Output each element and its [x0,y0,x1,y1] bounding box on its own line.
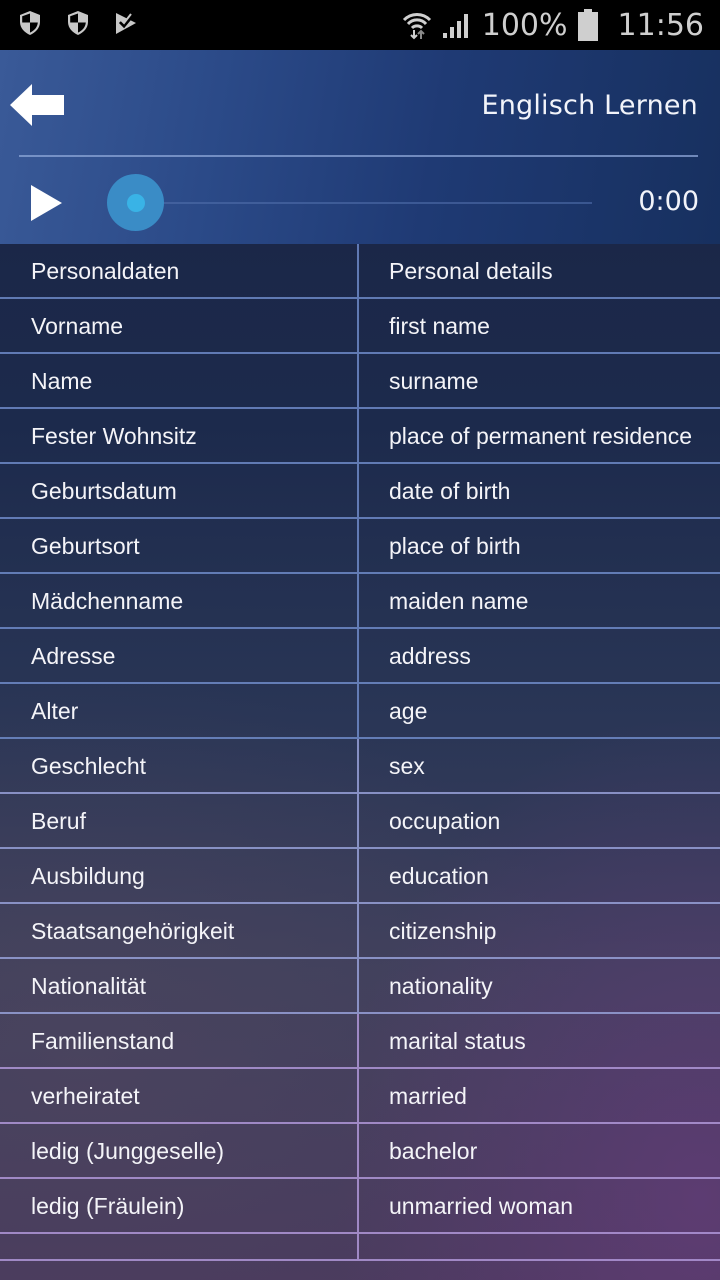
vocab-row[interactable]: ledig (Fräulein) unmarried woman [0,1179,720,1234]
vocab-row[interactable]: Ausbildung education [0,849,720,904]
german-term: Beruf [0,794,359,847]
english-term: marital status [389,1028,526,1054]
english-term: place of birth [389,533,521,559]
german-term: Mädchenname [0,574,359,627]
vocab-row[interactable]: Fester Wohnsitz place of permanent reside… [0,409,720,464]
vocabulary-table: Personaldaten Personal details Vorname firs… [0,244,720,1261]
header-divider [19,155,698,157]
header: Englisch Lernen 0:00 [0,50,720,244]
german-term: Ausbildung [0,849,359,902]
vocab-row[interactable] [0,1234,720,1261]
wifi-icon [402,10,432,40]
german-term: Geschlecht [0,739,359,792]
vocab-row[interactable]: Beruf occupation [0,794,720,849]
english-term: date of birth [389,478,511,504]
seek-bar-thumb[interactable] [107,174,164,231]
vocab-row[interactable]: Geburtsort place of birth [0,519,720,574]
vocab-row[interactable]: verheiratet married [0,1069,720,1124]
vocab-row[interactable]: Geschlecht sex [0,739,720,794]
english-term: occupation [389,808,501,834]
arrow-left-icon [10,84,64,126]
german-term: Geburtsort [0,519,359,572]
german-term: verheiratet [0,1069,359,1122]
german-term: Personaldaten [0,244,359,297]
english-term: place of permanent residence [389,423,693,449]
vocab-row[interactable]: Familienstand marital status [0,1014,720,1069]
vocab-row[interactable]: Nationalität nationality [0,959,720,1014]
english-term: surname [389,368,479,394]
german-term: Nationalität [0,959,359,1012]
vocab-row[interactable]: ledig (Junggeselle) bachelor [0,1124,720,1179]
german-term: Staatsangehörigkeit [0,904,359,957]
battery-icon [577,9,598,41]
german-term: Vorname [0,299,359,352]
german-term: ledig (Junggeselle) [0,1124,359,1177]
status-bar: 100% 11:56 [0,0,720,50]
signal-icon [442,11,472,39]
vocab-row[interactable]: Staatsangehörigkeit citizenship [0,904,720,959]
english-term: sex [389,753,425,779]
seek-bar-track[interactable] [160,202,592,204]
german-term [0,1234,359,1259]
english-term: bachelor [389,1138,478,1164]
play-icon [31,185,62,221]
english-term: age [389,698,428,724]
shield-icon [18,10,42,41]
english-term: first name [389,313,490,339]
seek-thumb-core [126,193,145,212]
english-term: Personal details [389,258,553,284]
english-term: address [389,643,471,669]
shield-icon [66,10,90,41]
vocab-row[interactable]: Geburtsdatum date of birth [0,464,720,519]
vocab-row[interactable]: Name surname [0,354,720,409]
german-term: Geburtsdatum [0,464,359,517]
english-term: married [389,1083,467,1109]
english-term: maiden name [389,588,529,614]
german-term: Alter [0,684,359,737]
battery-percent: 100% [481,7,568,43]
system-status: 100% 11:56 [402,8,704,43]
app-screen: Englisch Lernen 0:00 Personaldaten Person… [0,50,720,1280]
notification-icons [18,10,138,41]
vocab-row[interactable]: Alter age [0,684,720,739]
english-term: education [389,863,489,889]
vocab-row[interactable]: Mädchenname maiden name [0,574,720,629]
vocab-row[interactable]: Vorname first name [0,299,720,354]
english-term [359,1234,720,1259]
play-button[interactable] [28,183,66,223]
english-term: nationality [389,973,493,999]
german-term: ledig (Fräulein) [0,1179,359,1232]
clock: 11:56 [617,7,704,43]
german-term: Name [0,354,359,407]
vocab-row[interactable]: Personaldaten Personal details [0,244,720,299]
play-store-check-icon [114,10,138,41]
german-term: Familienstand [0,1014,359,1067]
vocab-row[interactable]: Adresse address [0,629,720,684]
back-button[interactable] [10,84,66,126]
german-term: Fester Wohnsitz [0,409,359,462]
english-term: unmarried woman [389,1193,574,1219]
app-title: Englisch Lernen [481,90,698,121]
german-term: Adresse [0,629,359,682]
playback-time: 0:00 [638,186,699,217]
english-term: citizenship [389,918,497,944]
